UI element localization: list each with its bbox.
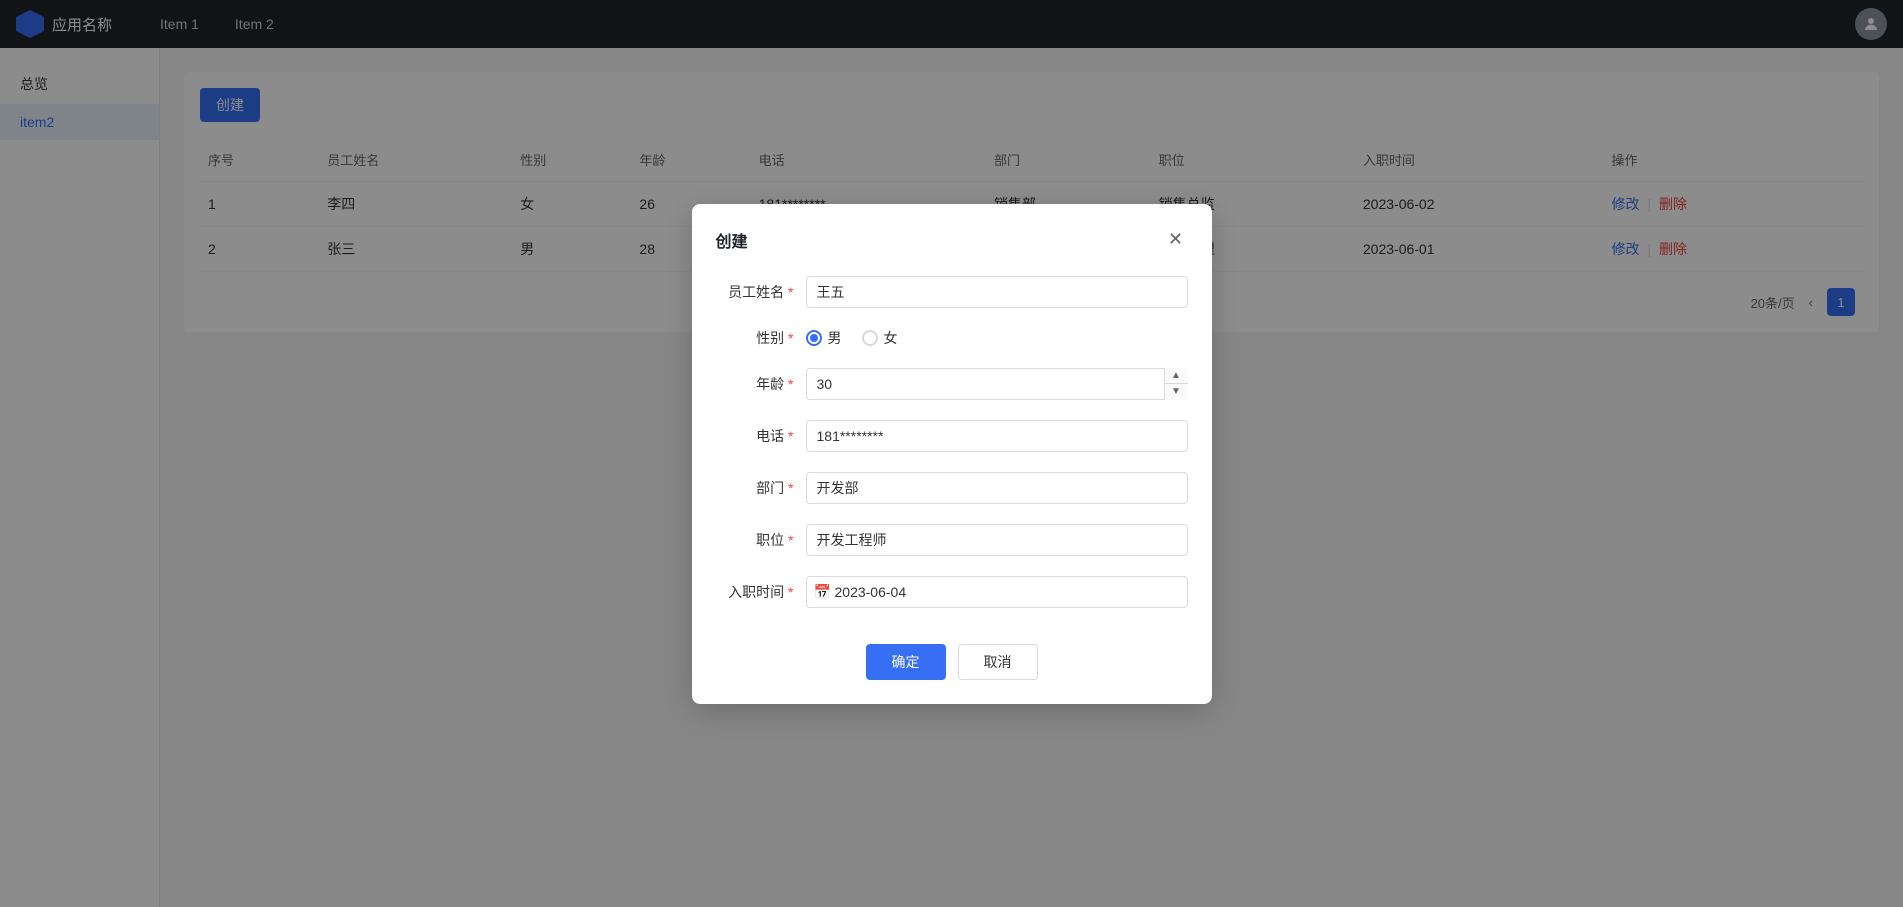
form-row-name: 员工姓名 — [716, 276, 1188, 308]
age-input[interactable] — [806, 368, 1188, 400]
dept-input[interactable] — [806, 472, 1188, 504]
gender-label: 性别 — [716, 328, 806, 348]
gender-female-radio[interactable]: 女 — [862, 328, 898, 348]
gender-female-label: 女 — [884, 328, 898, 348]
phone-input[interactable] — [806, 420, 1188, 452]
form-row-dept: 部门 — [716, 472, 1188, 504]
date-input[interactable] — [806, 576, 1188, 608]
form-row-position: 职位 — [716, 524, 1188, 556]
age-increment[interactable]: ▲ — [1165, 368, 1188, 385]
radio-male-circle — [806, 330, 822, 346]
cancel-button[interactable]: 取消 — [958, 644, 1038, 680]
modal-overlay[interactable]: 创建 ✕ 员工姓名 性别 男 女 年龄 — [0, 0, 1903, 907]
position-input[interactable] — [806, 524, 1188, 556]
radio-female-circle — [862, 330, 878, 346]
form-row-age: 年龄 ▲ ▼ — [716, 368, 1188, 400]
age-input-wrap: ▲ ▼ — [806, 368, 1188, 400]
form-row-gender: 性别 男 女 — [716, 328, 1188, 348]
date-label: 入职时间 — [716, 582, 806, 602]
modal-close-button[interactable]: ✕ — [1164, 228, 1188, 252]
phone-label: 电话 — [716, 426, 806, 446]
name-label: 员工姓名 — [716, 282, 806, 302]
modal-title: 创建 — [716, 228, 748, 252]
modal-header: 创建 ✕ — [716, 228, 1188, 252]
age-arrows: ▲ ▼ — [1164, 368, 1188, 400]
form-row-date: 入职时间 📅 — [716, 576, 1188, 608]
modal-footer: 确定 取消 — [716, 628, 1188, 680]
name-input[interactable] — [806, 276, 1188, 308]
calendar-icon: 📅 — [814, 583, 831, 600]
age-label: 年龄 — [716, 374, 806, 394]
form-row-phone: 电话 — [716, 420, 1188, 452]
date-input-wrap: 📅 — [806, 576, 1188, 608]
gender-male-label: 男 — [828, 328, 842, 348]
modal: 创建 ✕ 员工姓名 性别 男 女 年龄 — [692, 204, 1212, 704]
gender-radio-group: 男 女 — [806, 328, 1188, 348]
position-label: 职位 — [716, 530, 806, 550]
age-decrement[interactable]: ▼ — [1165, 384, 1188, 400]
dept-label: 部门 — [716, 478, 806, 498]
gender-male-radio[interactable]: 男 — [806, 328, 842, 348]
confirm-button[interactable]: 确定 — [866, 644, 946, 680]
